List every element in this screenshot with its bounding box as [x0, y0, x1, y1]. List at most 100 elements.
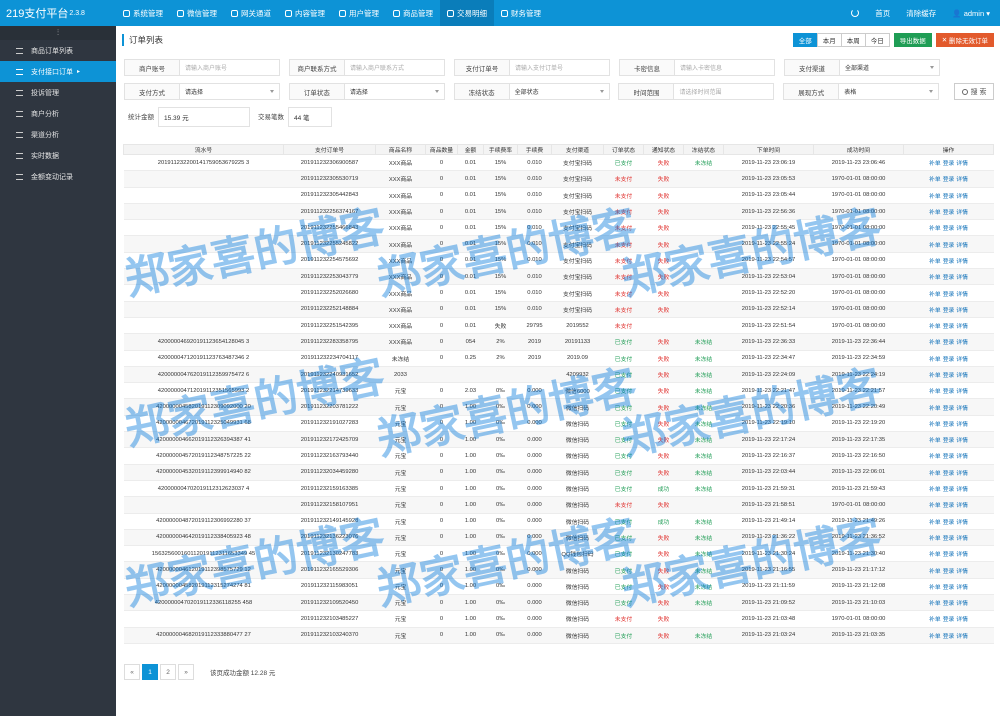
pager-page-1[interactable]: 1: [142, 664, 158, 680]
login-link[interactable]: 登录: [943, 487, 955, 493]
reissue-link[interactable]: 补单: [929, 454, 941, 460]
login-link[interactable]: 登录: [943, 569, 955, 575]
login-link[interactable]: 登录: [943, 422, 955, 428]
reissue-link[interactable]: 补单: [929, 503, 941, 509]
detail-link[interactable]: 详情: [956, 569, 968, 575]
export-button[interactable]: 导出数据: [893, 33, 932, 47]
login-link[interactable]: 登录: [943, 520, 955, 526]
detail-link[interactable]: 详情: [956, 552, 968, 558]
login-link[interactable]: 登录: [943, 373, 955, 379]
sidebar-item-goods-orders[interactable]: 商品订单列表: [0, 40, 116, 61]
detail-link[interactable]: 详情: [956, 487, 968, 493]
topnav-finance[interactable]: 财务管理: [494, 0, 548, 26]
login-link[interactable]: 登录: [943, 357, 955, 363]
reissue-link[interactable]: 补单: [929, 536, 941, 542]
reissue-link[interactable]: 补单: [929, 340, 941, 346]
reissue-link[interactable]: 补单: [929, 194, 941, 200]
detail-link[interactable]: 详情: [956, 292, 968, 298]
detail-link[interactable]: 详情: [956, 324, 968, 330]
merchant-contact-input[interactable]: 请输入商户联系方式: [345, 59, 445, 76]
login-link[interactable]: 登录: [943, 617, 955, 623]
app-brand[interactable]: 219支付平台 2.3.8: [0, 0, 116, 26]
login-link[interactable]: 登录: [943, 226, 955, 232]
reissue-link[interactable]: 补单: [929, 177, 941, 183]
sidebar-item-realtime[interactable]: 实时数据: [0, 145, 116, 166]
reissue-link[interactable]: 补单: [929, 438, 941, 444]
login-link[interactable]: 登录: [943, 177, 955, 183]
detail-link[interactable]: 详情: [956, 406, 968, 412]
reissue-link[interactable]: 补单: [929, 259, 941, 265]
detail-link[interactable]: 详情: [956, 454, 968, 460]
filter-month-button[interactable]: 本月: [816, 33, 842, 47]
sidebar-item-merchant-analysis[interactable]: 商户分析: [0, 103, 116, 124]
reissue-link[interactable]: 补单: [929, 471, 941, 477]
freeze-status-select[interactable]: 全部状态: [509, 83, 610, 100]
detail-link[interactable]: 详情: [956, 536, 968, 542]
detail-link[interactable]: 详情: [956, 177, 968, 183]
login-link[interactable]: 登录: [943, 585, 955, 591]
detail-link[interactable]: 详情: [956, 161, 968, 167]
pager-prev[interactable]: «: [124, 664, 140, 680]
detail-link[interactable]: 详情: [956, 438, 968, 444]
reissue-link[interactable]: 补单: [929, 569, 941, 575]
reissue-link[interactable]: 补单: [929, 634, 941, 640]
login-link[interactable]: 登录: [943, 389, 955, 395]
login-link[interactable]: 登录: [943, 536, 955, 542]
user-menu[interactable]: 👤 admin ▾: [952, 9, 990, 18]
detail-link[interactable]: 详情: [956, 585, 968, 591]
login-link[interactable]: 登录: [943, 259, 955, 265]
time-range-input[interactable]: 请选择时间范围: [674, 83, 775, 100]
detail-link[interactable]: 详情: [956, 210, 968, 216]
login-link[interactable]: 登录: [943, 308, 955, 314]
topnav-content[interactable]: 内容管理: [278, 0, 332, 26]
detail-link[interactable]: 详情: [956, 601, 968, 607]
detail-link[interactable]: 详情: [956, 422, 968, 428]
sidebar-item-balance-log[interactable]: 金额变动记录: [0, 166, 116, 187]
detail-link[interactable]: 详情: [956, 634, 968, 640]
reissue-link[interactable]: 补单: [929, 617, 941, 623]
reissue-link[interactable]: 补单: [929, 161, 941, 167]
topnav-gateway[interactable]: 网关通道: [224, 0, 278, 26]
reissue-link[interactable]: 补单: [929, 357, 941, 363]
reissue-link[interactable]: 补单: [929, 520, 941, 526]
reissue-link[interactable]: 补单: [929, 601, 941, 607]
detail-link[interactable]: 详情: [956, 243, 968, 249]
reissue-link[interactable]: 补单: [929, 210, 941, 216]
pay-channel-select[interactable]: 全部渠道: [840, 59, 940, 76]
detail-link[interactable]: 详情: [956, 226, 968, 232]
reissue-link[interactable]: 补单: [929, 585, 941, 591]
login-link[interactable]: 登录: [943, 406, 955, 412]
refresh-button[interactable]: [851, 9, 860, 17]
order-status-select[interactable]: 请选择: [344, 83, 445, 100]
detail-link[interactable]: 详情: [956, 617, 968, 623]
pager-page-2[interactable]: 2: [160, 664, 176, 680]
login-link[interactable]: 登录: [943, 194, 955, 200]
detail-link[interactable]: 详情: [956, 194, 968, 200]
filter-week-button[interactable]: 本周: [840, 33, 866, 47]
reissue-link[interactable]: 补单: [929, 292, 941, 298]
reissue-link[interactable]: 补单: [929, 243, 941, 249]
detail-link[interactable]: 详情: [956, 373, 968, 379]
pay-order-no-input[interactable]: 请输入支付订单号: [510, 59, 610, 76]
filter-all-button[interactable]: 全部: [792, 33, 818, 47]
login-link[interactable]: 登录: [943, 340, 955, 346]
reissue-link[interactable]: 补单: [929, 226, 941, 232]
detail-link[interactable]: 详情: [956, 275, 968, 281]
detail-link[interactable]: 详情: [956, 340, 968, 346]
login-link[interactable]: 登录: [943, 471, 955, 477]
topnav-goods[interactable]: 商品管理: [386, 0, 440, 26]
detail-link[interactable]: 详情: [956, 471, 968, 477]
reissue-link[interactable]: 补单: [929, 324, 941, 330]
display-mode-select[interactable]: 表格: [839, 83, 940, 100]
login-link[interactable]: 登录: [943, 438, 955, 444]
reissue-link[interactable]: 补单: [929, 552, 941, 558]
sidebar-item-complaints[interactable]: 投诉管理: [0, 82, 116, 103]
sidebar-item-pay-orders[interactable]: 支付接口订单 ▸: [0, 61, 116, 82]
topnav-wechat[interactable]: 微信管理: [170, 0, 224, 26]
reissue-link[interactable]: 补单: [929, 308, 941, 314]
reissue-link[interactable]: 补单: [929, 406, 941, 412]
search-button[interactable]: 搜 索: [954, 83, 995, 100]
login-link[interactable]: 登录: [943, 634, 955, 640]
home-link[interactable]: 首页: [875, 8, 890, 19]
detail-link[interactable]: 详情: [956, 503, 968, 509]
